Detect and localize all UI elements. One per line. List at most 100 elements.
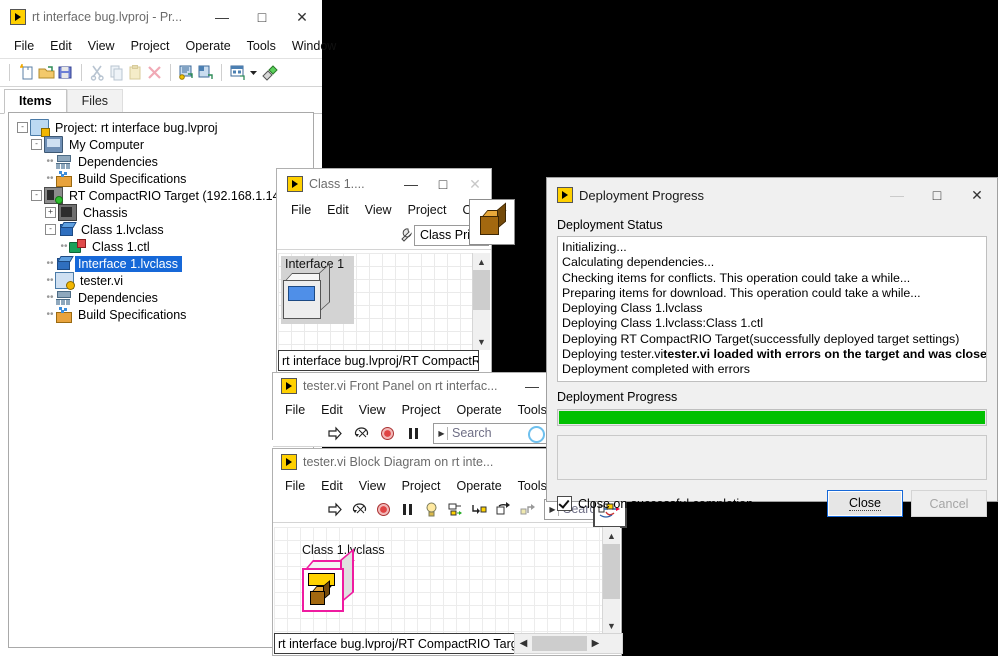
abort-icon[interactable] — [375, 501, 392, 518]
class-window-titlebar[interactable]: Class 1.... — □ ✕ — [277, 169, 491, 199]
deployment-log[interactable]: Initializing...Calculating dependencies.… — [557, 236, 987, 382]
tree-item[interactable]: -My Computer — [13, 136, 313, 153]
menu-project[interactable]: Project — [123, 37, 178, 55]
deploy-icon[interactable] — [178, 64, 195, 81]
scroll-left-icon[interactable]: ◀ — [515, 638, 532, 649]
scroll-up-icon[interactable]: ▲ — [473, 253, 490, 270]
new-project-icon[interactable] — [19, 64, 36, 81]
close-button[interactable]: Close — [827, 490, 903, 517]
minimize-icon[interactable]: — — [877, 178, 917, 212]
tree-expander[interactable]: - — [31, 190, 42, 201]
menu-edit[interactable]: Edit — [313, 477, 351, 495]
deployment-titlebar[interactable]: Deployment Progress — □ ✕ — [547, 178, 997, 212]
toolbar-divider-3 — [170, 64, 171, 81]
menu-view[interactable]: View — [351, 401, 394, 419]
tree-expander[interactable]: - — [45, 224, 56, 235]
menu-operate[interactable]: Operate — [448, 401, 509, 419]
maximize-icon[interactable]: □ — [917, 178, 957, 212]
view-icon[interactable] — [229, 64, 246, 81]
scroll-up-icon[interactable]: ▲ — [603, 527, 620, 544]
run-continuously-icon[interactable] — [351, 501, 368, 518]
tree-expander[interactable]: - — [31, 139, 42, 150]
interface-element[interactable]: Interface 1 — [281, 256, 354, 324]
tree-item[interactable]: ••Interface 1.lvclass — [13, 255, 313, 272]
project-window-titlebar[interactable]: rt interface bug.lvproj - Pr... — □ ✕ — [0, 0, 322, 34]
tree-item[interactable]: +Chassis — [13, 204, 313, 221]
run-icon[interactable] — [197, 64, 214, 81]
hscrollbar-thumb[interactable] — [532, 636, 587, 651]
menu-file[interactable]: File — [283, 201, 319, 219]
tab-files[interactable]: Files — [67, 89, 123, 113]
block-diagram-vertical-scrollbar[interactable]: ▲ ▼ — [602, 527, 620, 634]
menu-window[interactable]: Window — [284, 37, 344, 55]
highlight-execution-icon[interactable] — [423, 501, 440, 518]
scroll-right-icon[interactable]: ▶ — [587, 638, 604, 649]
front-panel-search-input[interactable]: ▶ Search — [433, 423, 549, 444]
menu-file[interactable]: File — [277, 401, 313, 419]
search-dropdown-icon[interactable]: ▶ — [436, 427, 448, 440]
tree-item[interactable]: ••Build Specifications — [13, 306, 313, 323]
run-continuously-icon[interactable] — [353, 425, 370, 442]
scrollbar-thumb[interactable] — [473, 270, 490, 310]
retain-wire-values-icon[interactable] — [447, 501, 464, 518]
pause-icon[interactable] — [405, 425, 422, 442]
scroll-down-icon[interactable]: ▼ — [473, 333, 490, 350]
block-diagram-canvas[interactable]: Class 1.lvclass — [274, 527, 603, 634]
class-vertical-scrollbar[interactable]: ▲ ▼ — [472, 253, 490, 350]
minimize-icon[interactable]: — — [515, 373, 549, 399]
step-into-icon[interactable] — [471, 501, 488, 518]
close-icon[interactable]: ✕ — [459, 169, 491, 199]
class-private-data-canvas[interactable]: Interface 1 — [278, 253, 472, 350]
menu-project[interactable]: Project — [394, 401, 449, 419]
tree-expander[interactable]: + — [45, 207, 56, 218]
run-arrow-icon[interactable] — [327, 501, 344, 518]
menu-file[interactable]: File — [6, 37, 42, 55]
tab-items[interactable]: Items — [4, 89, 67, 114]
menu-edit[interactable]: Edit — [42, 37, 80, 55]
abort-icon[interactable] — [379, 425, 396, 442]
menu-file[interactable]: File — [277, 477, 313, 495]
close-icon[interactable]: ✕ — [282, 0, 322, 34]
scroll-down-icon[interactable]: ▼ — [603, 617, 620, 634]
highlight-icon[interactable] — [261, 64, 278, 81]
class-cube-icon-button[interactable] — [469, 199, 515, 245]
tree-item[interactable]: -Project: rt interface bug.lvproj — [13, 119, 313, 136]
tree-item[interactable]: ••Class 1.ctl — [13, 238, 313, 255]
step-out-icon[interactable] — [519, 501, 536, 518]
menu-project[interactable]: Project — [394, 477, 449, 495]
menu-operate[interactable]: Operate — [177, 37, 238, 55]
maximize-icon[interactable]: □ — [242, 0, 282, 34]
minimize-icon[interactable]: — — [202, 0, 242, 34]
run-arrow-icon[interactable] — [327, 425, 344, 442]
maximize-icon[interactable]: □ — [427, 169, 459, 199]
menu-edit[interactable]: Edit — [319, 201, 357, 219]
save-project-icon[interactable] — [57, 64, 74, 81]
front-panel-titlebar[interactable]: tester.vi Front Panel on rt interfac... … — [273, 373, 549, 399]
menu-project[interactable]: Project — [400, 201, 455, 219]
tree-item[interactable]: -Class 1.lvclass — [13, 221, 313, 238]
menu-operate[interactable]: Operate — [448, 477, 509, 495]
menu-view[interactable]: View — [351, 477, 394, 495]
project-tree[interactable]: -Project: rt interface bug.lvproj-My Com… — [8, 112, 314, 648]
tree-expander[interactable]: - — [17, 122, 28, 133]
menu-tools[interactable]: Tools — [239, 37, 284, 55]
open-project-icon[interactable] — [38, 64, 55, 81]
menu-view[interactable]: View — [80, 37, 123, 55]
tree-item[interactable]: -RT CompactRIO Target (192.168.1.145) — [13, 187, 313, 204]
pause-icon[interactable] — [399, 501, 416, 518]
step-over-icon[interactable] — [495, 501, 512, 518]
tree-item[interactable]: ••Dependencies — [13, 289, 313, 306]
tree-item[interactable]: ••Dependencies — [13, 153, 313, 170]
dropdown-arrow-icon[interactable] — [248, 64, 259, 81]
block-diagram-horizontal-scrollbar[interactable]: ◀ ▶ — [514, 633, 623, 654]
class-constant-node[interactable]: Class 1.lvclass — [302, 543, 385, 608]
tree-item[interactable]: ••tester.vi — [13, 272, 313, 289]
scrollbar-thumb[interactable] — [603, 544, 620, 599]
tree-item[interactable]: ••Build Specifications — [13, 170, 313, 187]
close-icon[interactable]: ✕ — [957, 178, 997, 212]
menu-view[interactable]: View — [357, 201, 400, 219]
close-on-success-checkbox[interactable] — [557, 496, 572, 511]
wrench-icon[interactable] — [397, 227, 414, 244]
menu-edit[interactable]: Edit — [313, 401, 351, 419]
minimize-icon[interactable]: — — [395, 169, 427, 199]
